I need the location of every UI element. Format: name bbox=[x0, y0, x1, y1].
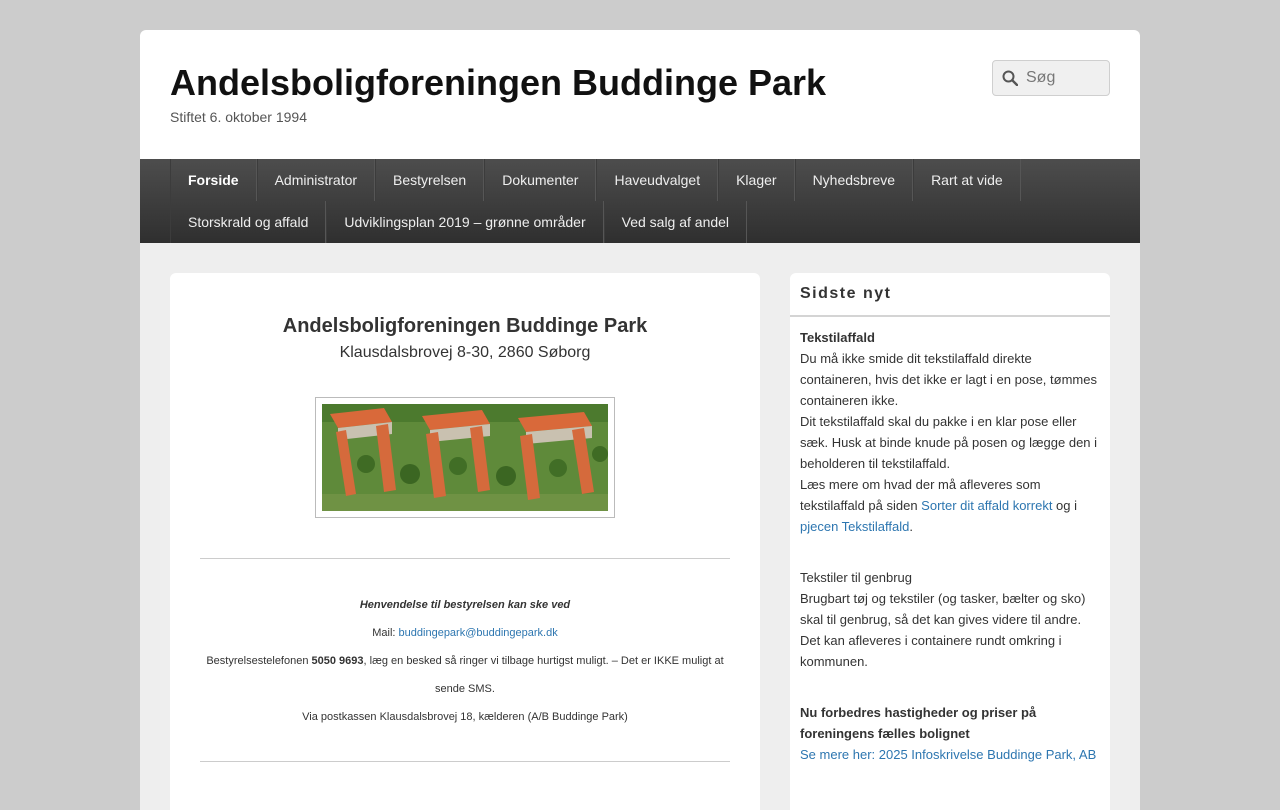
content-area: Andelsboligforeningen Buddinge Park Klau… bbox=[140, 243, 1140, 810]
page-title: Andelsboligforeningen Buddinge Park bbox=[282, 315, 648, 337]
news-title: Tekstiler til genbrug bbox=[800, 570, 912, 585]
divider bbox=[200, 558, 730, 559]
nav-item-ved-salg[interactable]: Ved salg af andel bbox=[603, 201, 748, 243]
nav-item-klager[interactable]: Klager bbox=[718, 159, 795, 201]
search-input[interactable] bbox=[1026, 69, 1096, 87]
address-line: Klausdalsbrovej 8-30, 2860 Søborg bbox=[339, 344, 591, 361]
phone-suffix: , læg en besked så ringer vi tilbage hur… bbox=[363, 655, 724, 695]
news-paragraph: Brugbart tøj og tekstiler (og tasker, bæ… bbox=[800, 591, 1086, 669]
nav-item-udviklingsplan[interactable]: Udviklingsplan 2019 – grønne områder bbox=[326, 201, 604, 243]
nav-item-bestyrelsen[interactable]: Bestyrelsen bbox=[375, 159, 485, 201]
news-paragraph: Dit tekstilaffald skal du pakke i en kla… bbox=[800, 414, 1098, 471]
site-header: Andelsboligforeningen Buddinge Park Stif… bbox=[140, 30, 1140, 159]
infoskrivelse-link[interactable]: Se mere her: 2025 Infoskrivelse Buddinge… bbox=[800, 747, 1096, 762]
pjece-tekstilaffald-link[interactable]: pjecen Tekstilaffald bbox=[800, 519, 909, 534]
sidebar-widget: Sidste nyt Tekstilaffald Du må ikke smid… bbox=[790, 273, 1110, 810]
nav-item-administrator[interactable]: Administrator bbox=[256, 159, 376, 201]
main-navigation: Forside Administrator Bestyrelsen Dokume… bbox=[140, 159, 1140, 243]
main-content: Andelsboligforeningen Buddinge Park Klau… bbox=[170, 273, 760, 810]
phone-prefix: Bestyrelsestelefonen bbox=[206, 655, 312, 667]
divider bbox=[200, 761, 730, 762]
sorter-affald-link[interactable]: Sorter dit affald korrekt bbox=[921, 498, 1052, 513]
search-box[interactable] bbox=[992, 60, 1110, 96]
mail-label: Mail: bbox=[372, 627, 399, 639]
nav-row-1: Forside Administrator Bestyrelsen Dokume… bbox=[170, 159, 1021, 201]
aerial-photo-image bbox=[322, 404, 608, 511]
news-title: Tekstilaffald bbox=[800, 330, 875, 345]
page-container: Andelsboligforeningen Buddinge Park Stif… bbox=[140, 30, 1140, 810]
contact-info: Henvendelse til bestyrelsen kan ske ved … bbox=[200, 591, 730, 731]
contact-heading: Henvendelse til bestyrelsen kan ske ved bbox=[359, 599, 571, 611]
nav-item-nyhedsbreve[interactable]: Nyhedsbreve bbox=[794, 159, 914, 201]
site-description: Stiftet 6. oktober 1994 bbox=[170, 109, 307, 125]
nav-item-dokumenter[interactable]: Dokumenter bbox=[484, 159, 597, 201]
search-icon bbox=[1002, 70, 1018, 86]
news-text: . bbox=[909, 519, 913, 534]
phone-number: 5050 9693 bbox=[311, 655, 364, 667]
news-text: og i bbox=[1052, 498, 1078, 513]
nav-row-2: Storskrald og affald Udviklingsplan 2019… bbox=[170, 201, 748, 243]
aerial-photo bbox=[315, 397, 615, 518]
nav-item-storskrald[interactable]: Storskrald og affald bbox=[170, 201, 327, 243]
site-title[interactable]: Andelsboligforeningen Buddinge Park bbox=[170, 62, 826, 104]
postbox-info: Via postkassen Klausdalsbrovej 18, kælde… bbox=[302, 711, 628, 723]
widget-title: Sidste nyt bbox=[790, 273, 1110, 317]
widget-body: Tekstilaffald Du må ikke smide dit tekst… bbox=[790, 317, 1110, 765]
news-title: Nu forbedres hastigheder og priser på fo… bbox=[800, 705, 1037, 741]
news-paragraph: Du må ikke smide dit tekstilaffald direk… bbox=[800, 351, 1097, 408]
mail-link[interactable]: buddingepark@buddingepark.dk bbox=[399, 627, 558, 639]
nav-item-forside[interactable]: Forside bbox=[170, 159, 257, 201]
nav-item-haveudvalget[interactable]: Haveudvalget bbox=[596, 159, 719, 201]
nav-item-rart-at-vide[interactable]: Rart at vide bbox=[913, 159, 1021, 201]
